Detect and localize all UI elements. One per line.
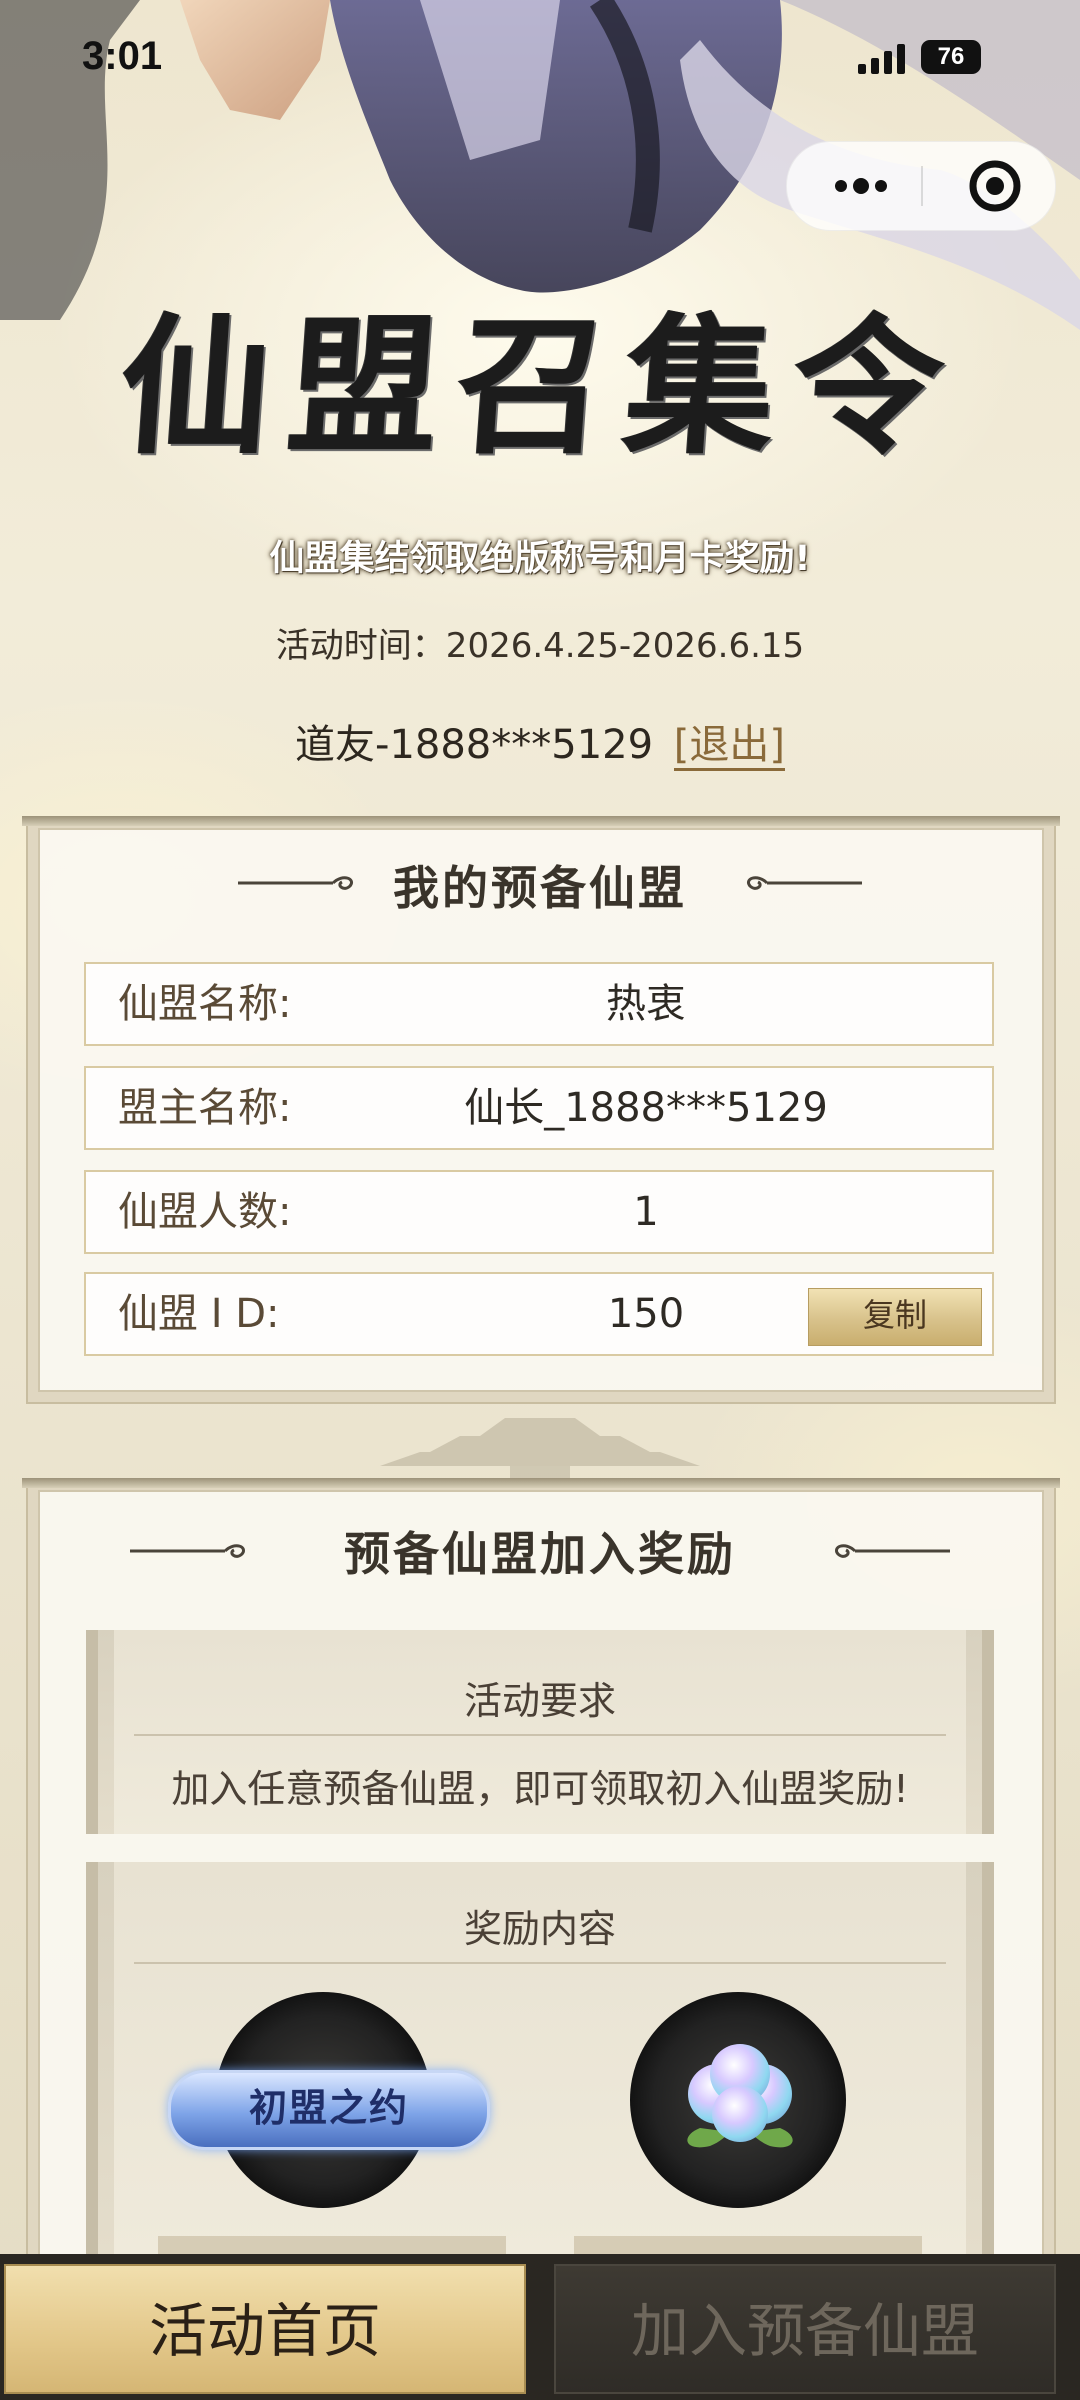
copy-button[interactable]: 复制 (808, 1288, 982, 1346)
more-icon[interactable] (821, 142, 901, 230)
user-name: 道友-1888***5129 (295, 722, 654, 768)
guild-name-label: 仙盟名称: (118, 981, 292, 1027)
miniprogram-capsule (786, 141, 1056, 231)
nav-join-guild-button[interactable]: 加入预备仙盟 (554, 2264, 1056, 2394)
close-target-icon[interactable] (955, 142, 1035, 230)
reward-divider (134, 1962, 946, 1964)
requirement-divider (134, 1734, 946, 1736)
page: 3:01 76 仙盟召集令 仙盟集结领取绝版称号和月卡奖励! 活动时间：2026… (0, 0, 1080, 2400)
guild-name-value: 热衷 (606, 981, 686, 1027)
reward-heading: 奖励内容 (463, 1907, 616, 1951)
user-line: 道友-1888***5129 [退出] (0, 712, 1080, 771)
requirement-text: 加入任意预备仙盟，即可领取初入仙盟奖励! (171, 1767, 909, 1811)
page-title: 仙盟召集令 (114, 299, 968, 475)
leader-name-row: 盟主名称: 仙长_1888***5129 (84, 1066, 994, 1150)
my-guild-title: 我的预备仙盟 (393, 861, 687, 915)
nav-home-button[interactable]: 活动首页 (4, 2264, 526, 2394)
status-time: 3:01 (82, 34, 163, 78)
title-badge-icon: 初盟之约 (168, 2070, 490, 2150)
battery-icon: 76 (921, 40, 981, 74)
member-count-row: 仙盟人数: 1 (84, 1170, 994, 1254)
signal-icon (858, 44, 905, 74)
requirement-heading: 活动要求 (463, 1679, 616, 1723)
title-ornament-right (747, 876, 862, 890)
logout-link[interactable]: [退出] (673, 722, 785, 771)
activity-time: 活动时间：2026.4.25-2026.6.15 (275, 626, 805, 666)
leader-name-value: 仙长_1888***5129 (464, 1085, 828, 1131)
subtitle: 仙盟集结领取绝版称号和月卡奖励! (269, 539, 811, 579)
requirement-inner: 活动要求 加入任意预备仙盟，即可领取初入仙盟奖励! (114, 1630, 966, 1834)
title-ornament-right (835, 1544, 950, 1558)
panel-scroll-bar (22, 1478, 1060, 1488)
member-count-value: 1 (633, 1189, 659, 1235)
panel-scroll-bar (22, 816, 1060, 826)
spirit-peach-icon (687, 2044, 793, 2148)
guild-name-row: 仙盟名称: 热衷 (84, 962, 994, 1046)
capsule-divider (921, 166, 923, 206)
leader-name-label: 盟主名称: (118, 1085, 292, 1131)
guild-id-row: 仙盟 I D: 150 复制 (84, 1272, 994, 1356)
member-count-label: 仙盟人数: (118, 1189, 292, 1235)
requirement-box: 活动要求 加入任意预备仙盟，即可领取初入仙盟奖励! (86, 1630, 994, 1834)
guild-id-label: 仙盟 I D: (118, 1291, 280, 1337)
pagoda-decoration (380, 1418, 700, 1486)
